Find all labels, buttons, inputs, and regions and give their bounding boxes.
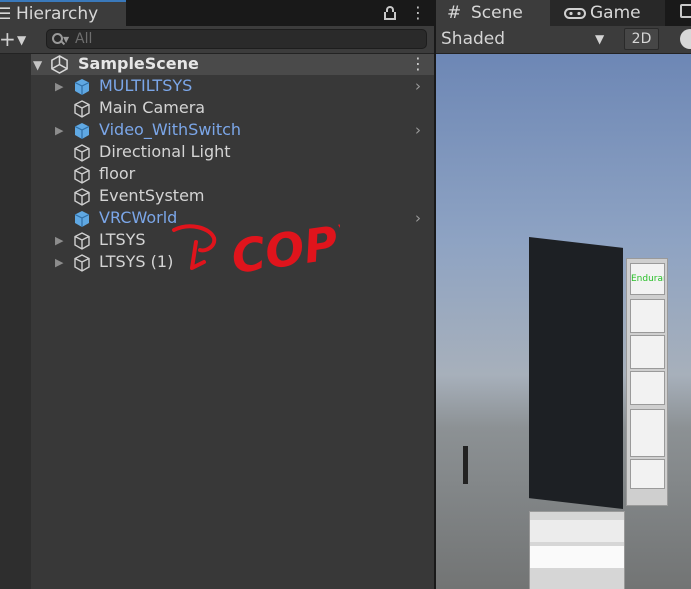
search-icon [52,33,63,44]
gameobject-cube-icon [74,100,90,118]
scene-object-bottom-ui[interactable] [529,511,625,589]
item-label: floor [99,164,136,183]
lock-icon[interactable] [382,0,400,26]
side-ui-title: Endurance [630,263,665,295]
fold-closed-icon[interactable]: ▶ [55,77,63,97]
search-input[interactable] [75,30,415,48]
item-label: LTSYS [99,230,146,249]
chevron-right-icon[interactable]: › [415,208,421,228]
hierarchy-item-video-withswitch[interactable]: ▶ Video_WithSwitch › [31,120,434,142]
gameobject-cube-icon [74,166,90,184]
search-filter-caret-icon[interactable]: ▼ [63,36,69,44]
hierarchy-toolbar: + ▼ ▼ [0,26,434,54]
scene-header-row[interactable]: ▼ SampleScene ⋮ [31,54,434,75]
fold-open-icon[interactable]: ▼ [33,55,42,75]
fold-closed-icon[interactable]: ▶ [55,231,63,251]
toggle-2d-button[interactable]: 2D [624,28,659,50]
item-label: Directional Light [99,142,231,161]
side-ui-cell [630,335,665,369]
prefab-cube-icon [74,123,90,139]
prefab-cube-icon [74,79,90,95]
scene-name: SampleScene [78,54,199,73]
side-ui-cell [630,299,665,333]
gamepad-icon [564,8,586,19]
gameobject-cube-icon [74,232,90,250]
create-dropdown-button[interactable]: + ▼ [0,28,34,52]
tab-scene-label: Scene [471,3,523,23]
lighting-toggle-icon[interactable] [680,29,691,49]
scene-panel: # Scene Game Shaded ▼ 2D Endurance [436,0,691,589]
gameobject-cube-icon [74,144,90,162]
chevron-right-icon[interactable]: › [415,120,421,140]
tree-gutter [0,54,31,589]
shading-mode-dropdown[interactable]: Shaded ▼ [436,26,616,52]
hierarchy-item-main-camera[interactable]: Main Camera [31,98,434,120]
side-ui-cell [630,459,665,489]
bottom-ui-strip [530,520,624,542]
fold-closed-icon[interactable]: ▶ [55,253,63,273]
tab-overflow-icon[interactable] [680,4,691,18]
grid-icon: # [447,3,462,23]
tab-scene[interactable]: # Scene [436,0,550,26]
unity-scene-icon [51,55,68,74]
item-label: EventSystem [99,186,205,205]
tab-game[interactable]: Game [550,0,665,26]
annotation-text: COPY [228,210,340,280]
more-options-icon[interactable]: ⋮ [410,0,426,26]
side-ui-cell [630,371,665,405]
tab-game-label: Game [590,3,641,23]
copy-annotation: COPY [172,210,340,280]
shading-mode-label: Shaded [441,29,506,49]
scene-viewport[interactable]: Endurance [436,54,691,589]
chevron-right-icon[interactable]: › [415,76,421,96]
search-box[interactable]: ▼ [46,29,427,49]
item-label: Main Camera [99,98,206,117]
hierarchy-item-eventsystem[interactable]: EventSystem [31,186,434,208]
scene-object-sliver[interactable] [463,446,468,484]
tab-hierarchy[interactable]: ☰ Hierarchy [0,0,126,26]
scene-object-side-ui[interactable]: Endurance [626,258,668,506]
bottom-ui-strip [530,546,624,568]
hierarchy-item-directional-light[interactable]: Directional Light [31,142,434,164]
item-label: VRCWorld [99,208,178,227]
caret-down-icon: ▼ [17,33,27,47]
hierarchy-item-floor[interactable]: floor [31,164,434,186]
plus-icon: + [0,27,16,51]
tab-hierarchy-label: Hierarchy [16,4,99,24]
scene-object-video-screen[interactable] [529,237,623,509]
hierarchy-tab-strip: ☰ Hierarchy ⋮ [0,0,434,26]
item-label: LTSYS (1) [99,252,174,271]
item-label: Video_WithSwitch [99,120,242,139]
gameobject-cube-icon [74,254,90,272]
prefab-cube-icon [74,211,90,227]
side-ui-cell [630,409,665,457]
fold-closed-icon[interactable]: ▶ [55,121,63,141]
gameobject-cube-icon [74,188,90,206]
hierarchy-tree: ▼ SampleScene ⋮ ▶ MULTILTSYS › Main Came… [0,54,434,589]
scene-menu-icon[interactable]: ⋮ [410,54,426,74]
scene-tab-strip: # Scene Game [436,0,691,26]
scene-toolbar: Shaded ▼ 2D [436,26,691,54]
hierarchy-panel: ☰ Hierarchy ⋮ + ▼ ▼ ▼ SampleScene ⋮ [0,0,434,589]
hierarchy-item-multiltsys[interactable]: ▶ MULTILTSYS › [31,76,434,98]
item-label: MULTILTSYS [99,76,193,95]
list-icon: ☰ [0,4,12,23]
caret-down-icon: ▼ [595,32,605,46]
